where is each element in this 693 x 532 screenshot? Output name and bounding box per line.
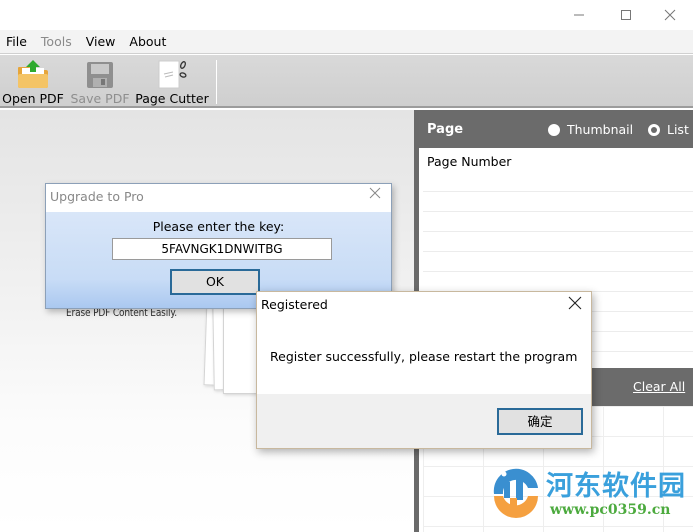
ok-button[interactable]: OK — [170, 269, 260, 295]
clear-all-link[interactable]: Clear All — [633, 379, 685, 394]
confirm-button[interactable]: 确定 — [497, 408, 583, 435]
save-pdf-label: Save PDF — [70, 91, 130, 106]
list-row-divider — [423, 211, 693, 212]
key-prompt-label: Please enter the key: — [152, 219, 285, 234]
title-bar — [0, 0, 693, 30]
registered-dialog: Registered Register successfully, please… — [256, 291, 592, 449]
menu-bar: File Tools View About — [0, 30, 693, 54]
upgrade-dialog-close-button[interactable] — [369, 187, 381, 202]
list-row-divider — [423, 271, 693, 272]
close-window-button[interactable] — [647, 0, 693, 30]
open-pdf-button[interactable]: Open PDF — [2, 55, 64, 108]
list-row-divider — [423, 191, 693, 192]
close-icon — [664, 9, 676, 21]
scissors-page-icon — [158, 60, 187, 89]
close-icon — [369, 187, 381, 199]
close-icon — [568, 296, 582, 310]
list-radio-label: List — [667, 122, 689, 137]
thumbnail-radio[interactable]: Thumbnail — [548, 122, 633, 137]
menu-view[interactable]: View — [79, 34, 123, 49]
menu-file[interactable]: File — [0, 34, 34, 49]
list-row-divider — [423, 251, 693, 252]
upgrade-dialog-title: Upgrade to Pro — [50, 189, 144, 204]
minimize-icon — [574, 14, 584, 16]
license-key-input[interactable]: 5FAVNGK1DNWITBG — [112, 238, 332, 260]
open-pdf-label: Open PDF — [2, 91, 64, 106]
toolbar: Open PDF Save PDF Page Cutter — [0, 55, 693, 108]
page-panel-title: Page — [427, 121, 464, 137]
folder-open-icon — [18, 60, 48, 88]
page-panel-header: Page Thumbnail List — [419, 110, 693, 148]
menu-tools[interactable]: Tools — [34, 34, 79, 49]
radio-checked-icon — [648, 123, 660, 136]
page-number-column-header: Page Number — [427, 154, 512, 169]
watermark-logo-icon — [493, 468, 538, 518]
save-pdf-button[interactable]: Save PDF — [70, 55, 130, 108]
maximize-icon — [621, 10, 631, 20]
registered-dialog-title: Registered — [261, 297, 328, 312]
minimize-button[interactable] — [556, 0, 602, 30]
watermark: 河东软件园 www.pc0359.cn — [488, 458, 693, 528]
menu-about[interactable]: About — [122, 34, 173, 49]
list-radio[interactable]: List — [648, 122, 689, 137]
registered-dialog-footer: 确定 — [257, 394, 591, 448]
list-row-divider — [423, 231, 693, 232]
page-cutter-button[interactable]: Page Cutter — [135, 55, 209, 108]
page-cutter-label: Page Cutter — [135, 91, 209, 106]
floppy-disk-icon — [87, 62, 113, 88]
radio-unchecked-icon — [548, 123, 560, 136]
registered-message: Register successfully, please restart th… — [270, 349, 578, 364]
thumbnail-radio-label: Thumbnail — [567, 122, 634, 137]
maximize-button[interactable] — [603, 0, 649, 30]
watermark-url: www.pc0359.cn — [550, 502, 671, 518]
watermark-site-name: 河东软件园 — [546, 471, 686, 502]
toolbar-separator — [216, 60, 217, 104]
registered-dialog-close-button[interactable] — [568, 296, 582, 313]
